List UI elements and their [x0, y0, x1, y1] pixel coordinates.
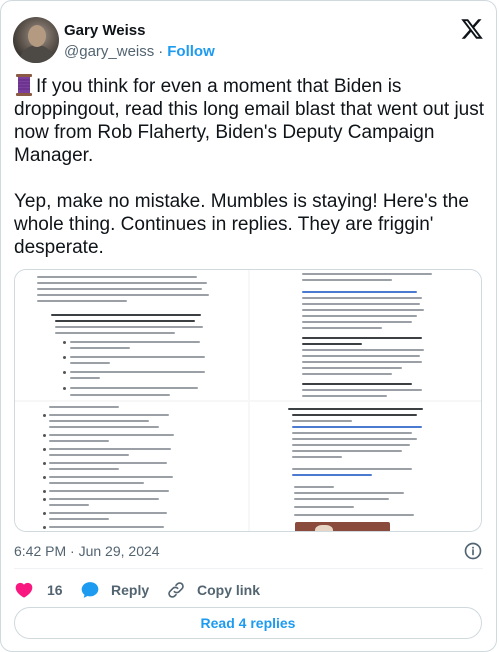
copy-link-label: Copy link — [197, 582, 261, 598]
copy-link-button[interactable]: Copy link — [166, 578, 260, 602]
link-icon — [168, 582, 184, 598]
tweet-header: Gary Weiss @gary_weiss · Follow — [13, 15, 484, 63]
author-handle-row: @gary_weiss · Follow — [64, 42, 215, 62]
meta-separator: · — [70, 543, 75, 559]
media-image-3[interactable] — [15, 402, 248, 531]
media-image-2[interactable] — [250, 270, 481, 400]
tweet-time: 6:42 PM — [14, 543, 67, 559]
author-display-name[interactable]: Gary Weiss — [64, 21, 215, 41]
author-handle[interactable]: @gary_weiss — [64, 43, 154, 60]
spool-of-thread-icon — [16, 74, 32, 96]
tweet-media-grid[interactable] — [14, 269, 482, 532]
avatar[interactable] — [13, 17, 59, 63]
heart-icon — [15, 582, 33, 598]
reply-bubble-icon — [81, 582, 99, 598]
embedded-photo — [295, 522, 390, 531]
action-bar: 16 Reply Copy link — [14, 578, 483, 602]
tweet-card: Gary Weiss @gary_weiss · Follow If you thi… — [0, 0, 497, 652]
tweet-date: Jun 29, 2024 — [78, 543, 160, 559]
tweet-meta: 6:42 PM · Jun 29, 2024 — [14, 542, 483, 560]
x-logo-icon[interactable] — [460, 17, 484, 41]
handle-separator: · — [158, 43, 164, 60]
reply-label: Reply — [111, 582, 150, 598]
like-count: 16 — [47, 582, 63, 598]
media-image-4[interactable] — [250, 402, 481, 531]
author-info: Gary Weiss @gary_weiss · Follow — [64, 21, 215, 62]
follow-button[interactable]: Follow — [167, 43, 215, 60]
like-button[interactable]: 16 — [14, 578, 63, 602]
media-image-1[interactable] — [15, 270, 248, 400]
tweet-text: If you think for even a moment that Bide… — [14, 76, 485, 258]
tweet-text-container: If you think for even a moment that Bide… — [14, 74, 484, 259]
info-icon[interactable] — [463, 541, 483, 561]
tweet-timestamp[interactable]: 6:42 PM · Jun 29, 2024 — [14, 543, 160, 559]
read-replies-button[interactable]: Read 4 replies — [14, 607, 482, 639]
divider — [14, 568, 483, 569]
reply-button[interactable]: Reply — [80, 578, 149, 602]
